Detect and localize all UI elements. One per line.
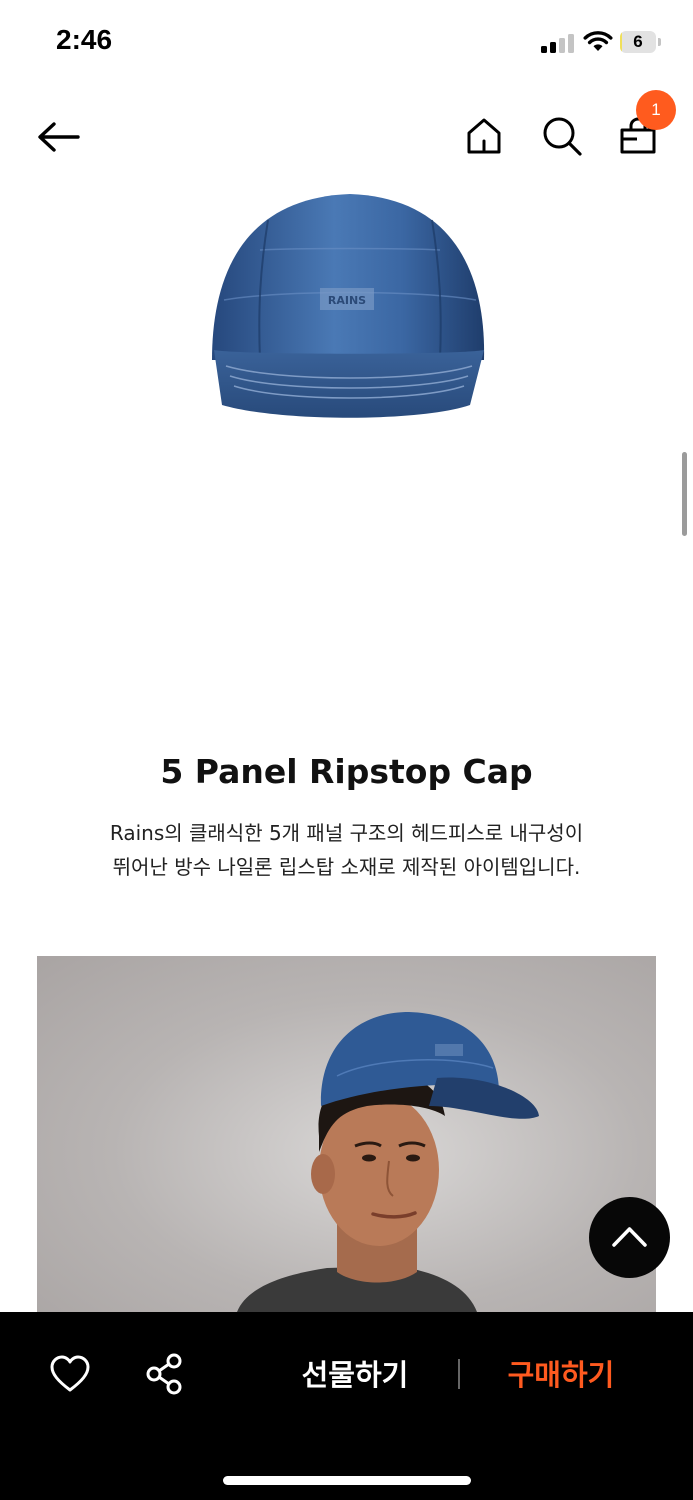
battery-level: 6 — [633, 32, 643, 51]
scroll-to-top-button[interactable] — [589, 1197, 670, 1278]
share-icon[interactable] — [144, 1352, 186, 1396]
search-icon[interactable] — [540, 114, 584, 158]
back-arrow-icon[interactable] — [34, 116, 84, 158]
app-header: 1 — [0, 90, 693, 180]
product-description: Rains의 클래식한 5개 패널 구조의 헤드피스로 내구성이 뛰어난 방수 … — [60, 816, 633, 884]
status-bar: 2:46 6 — [0, 0, 693, 86]
bottom-action-bar: 선물하기 구매하기 — [0, 1312, 693, 1500]
cellular-signal-icon — [541, 33, 575, 53]
description-line-2: 뛰어난 방수 나일론 립스탑 소재로 제작된 아이템입니다. — [112, 855, 581, 879]
gift-button[interactable]: 선물하기 — [280, 1350, 430, 1400]
status-time: 2:46 — [56, 24, 113, 55]
description-line-1: Rains의 클래식한 5개 패널 구조의 헤드피스로 내구성이 — [109, 821, 584, 845]
scrollbar[interactable] — [682, 452, 687, 536]
cart-count-badge: 1 — [636, 90, 676, 130]
wifi-icon — [583, 31, 613, 51]
product-title: 5 Panel Ripstop Cap — [160, 752, 533, 791]
heart-icon[interactable] — [48, 1354, 92, 1394]
brand-mark: RAINS — [328, 294, 366, 307]
home-indicator[interactable] — [223, 1476, 471, 1485]
model-photo — [37, 956, 656, 1312]
buy-button[interactable]: 구매하기 — [486, 1350, 636, 1400]
chevron-up-icon — [612, 1227, 647, 1247]
product-image: RAINS — [212, 194, 485, 418]
home-icon[interactable] — [462, 114, 506, 158]
divider — [458, 1359, 460, 1389]
battery-icon: 6 — [620, 31, 662, 53]
